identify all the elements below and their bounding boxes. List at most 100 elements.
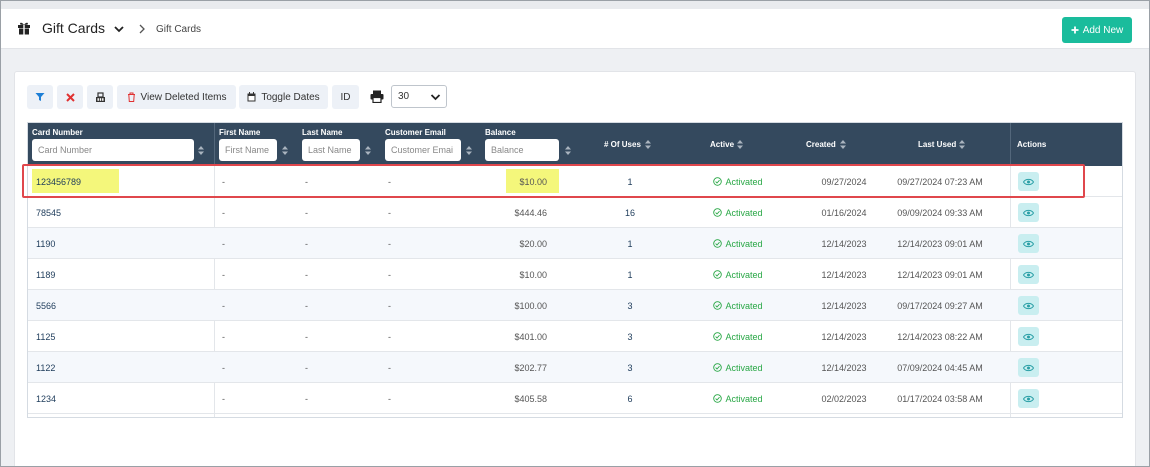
view-button[interactable]: [1018, 234, 1039, 253]
status-badge: Activated: [688, 321, 788, 352]
customer-email-filter-input[interactable]: Customer Emai: [385, 139, 461, 161]
check-circle-icon: [713, 332, 723, 341]
sort-icon[interactable]: [959, 140, 965, 149]
status-badge: Activated: [688, 197, 788, 228]
eye-icon: [1023, 271, 1034, 278]
card-number-filter-input[interactable]: Card Number: [32, 139, 194, 161]
card-number[interactable]: 1190: [36, 228, 55, 259]
annotation-highlight-box: [22, 164, 1085, 198]
eye-icon: [1023, 240, 1034, 247]
table-row[interactable]: 1125 - - - $401.00 3 Activated 12/14/202…: [28, 321, 1122, 352]
balance: $10.00: [519, 269, 547, 280]
card-number[interactable]: 5566: [36, 290, 56, 321]
chevron-down-icon: [430, 94, 441, 101]
clear-filter-icon: [65, 92, 75, 102]
status-badge: Activated: [688, 290, 788, 321]
sort-icon[interactable]: [198, 146, 204, 155]
balance: $405.58: [514, 393, 547, 404]
view-deleted-label: View Deleted Items: [140, 91, 227, 103]
card-number[interactable]: 1189: [36, 259, 55, 290]
balance: $444.46: [514, 207, 547, 218]
header-first-name[interactable]: First Name: [219, 128, 260, 137]
calendar-icon: [247, 92, 256, 102]
header-active[interactable]: Active: [710, 140, 734, 149]
id-label: ID: [340, 91, 351, 103]
per-page-select[interactable]: 30: [391, 85, 447, 108]
table-row[interactable]: 1122 - - - $202.77 3 Activated 12/14/202…: [28, 352, 1122, 383]
check-circle-icon: [713, 394, 723, 403]
eye-icon: [1023, 395, 1034, 402]
header-last-used[interactable]: Last Used: [918, 140, 956, 149]
table-row[interactable]: 1189 - - - $10.00 1 Activated 12/14/2023…: [28, 259, 1122, 290]
page-header: Gift Cards Gift Cards Add New: [1, 9, 1149, 49]
eye-icon: [1023, 333, 1034, 340]
card-number[interactable]: 1234: [36, 383, 56, 414]
header-created[interactable]: Created: [806, 140, 836, 149]
card-number[interactable]: 1125: [36, 321, 55, 352]
status-badge: Activated: [688, 259, 788, 290]
header-uses[interactable]: # Of Uses: [604, 140, 641, 149]
status-badge: Activated: [688, 228, 788, 259]
page-title: Gift Cards: [42, 20, 106, 36]
app-window: Gift Cards Gift Cards Add New View Delet…: [0, 0, 1150, 467]
balance: $202.77: [514, 362, 547, 373]
sort-icon[interactable]: [645, 140, 651, 149]
balance: $100.00: [514, 300, 547, 311]
gift-icon: [18, 22, 30, 35]
view-deleted-items-button[interactable]: View Deleted Items: [117, 85, 236, 109]
filter-button[interactable]: [27, 85, 53, 109]
sort-icon[interactable]: [282, 146, 288, 155]
trash-icon: [127, 92, 135, 102]
check-circle-icon: [713, 208, 723, 217]
id-button[interactable]: ID: [332, 85, 359, 109]
view-button[interactable]: [1018, 296, 1039, 315]
add-new-label: Add New: [1082, 24, 1124, 36]
chevron-down-icon[interactable]: [113, 23, 125, 35]
toggle-dates-button[interactable]: Toggle Dates: [239, 85, 328, 109]
first-name-filter-input[interactable]: First Name: [219, 139, 277, 161]
breadcrumb[interactable]: Gift Cards: [156, 24, 201, 35]
view-button[interactable]: [1018, 358, 1039, 377]
view-button[interactable]: [1018, 389, 1039, 408]
view-button[interactable]: [1018, 265, 1039, 284]
clear-filter-button[interactable]: [57, 85, 83, 109]
column-chooser-button[interactable]: [87, 85, 113, 109]
header-balance[interactable]: Balance: [485, 128, 516, 137]
last-name-filter-input[interactable]: Last Name: [302, 139, 360, 161]
column-chooser-icon: [95, 91, 105, 102]
view-button[interactable]: [1018, 327, 1039, 346]
eye-icon: [1023, 364, 1034, 371]
check-circle-icon: [713, 239, 723, 248]
table-row[interactable]: 5566 - - - $100.00 3 Activated 12/14/202…: [28, 290, 1122, 321]
top-strip: [1, 1, 1149, 9]
table-row[interactable]: 78545 - - - $444.46 16 Activated 01/16/2…: [28, 197, 1122, 228]
check-circle-icon: [713, 301, 723, 310]
status-badge: Activated: [688, 352, 788, 383]
view-button[interactable]: [1018, 203, 1039, 222]
header-card-number[interactable]: Card Number: [32, 128, 83, 137]
card-number[interactable]: 78545: [36, 197, 61, 228]
check-circle-icon: [713, 363, 723, 372]
sort-icon[interactable]: [365, 146, 371, 155]
sort-icon[interactable]: [565, 146, 571, 155]
eye-icon: [1023, 302, 1034, 309]
sort-icon[interactable]: [466, 146, 472, 155]
header-customer-email[interactable]: Customer Email: [385, 128, 446, 137]
sort-icon[interactable]: [737, 140, 743, 149]
balance-filter-input[interactable]: Balance: [485, 139, 559, 161]
filter-icon: [35, 93, 45, 101]
per-page-value: 30: [398, 91, 410, 102]
balance: $401.00: [514, 331, 547, 342]
header-last-name[interactable]: Last Name: [302, 128, 342, 137]
card-number[interactable]: 1122: [36, 352, 55, 383]
table-row[interactable]: 1234 - - - $405.58 6 Activated 02/02/202…: [28, 383, 1122, 414]
eye-icon: [1023, 209, 1034, 216]
table-row[interactable]: 1190 - - - $20.00 1 Activated 12/14/2023…: [28, 228, 1122, 259]
table-header: Card Number Card Number First Name First…: [28, 123, 1122, 166]
header-actions: Actions: [1017, 140, 1047, 149]
add-new-button[interactable]: Add New: [1062, 17, 1132, 43]
toggle-dates-label: Toggle Dates: [261, 91, 320, 103]
status-badge: Activated: [688, 383, 788, 414]
sort-icon[interactable]: [840, 140, 846, 149]
print-icon[interactable]: [370, 90, 384, 103]
